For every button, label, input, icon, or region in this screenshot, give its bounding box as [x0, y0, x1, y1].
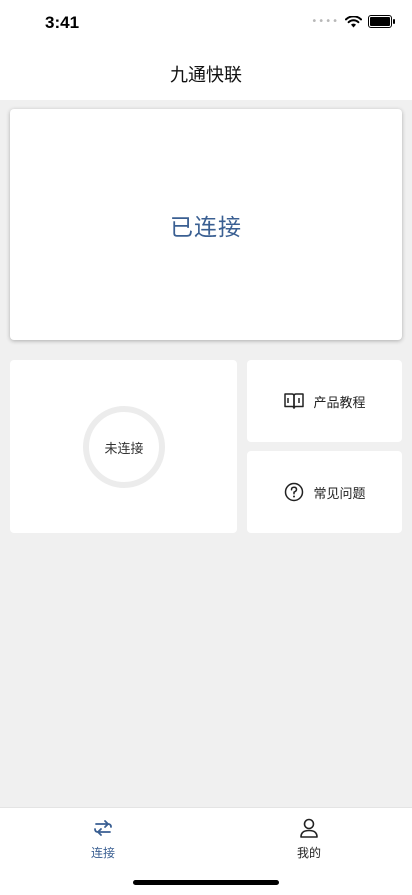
home-indicator [133, 880, 279, 885]
question-circle-icon [283, 481, 305, 503]
connection-state-text: 已连接 [170, 214, 242, 241]
connection-hero-card[interactable]: 已连接 [10, 109, 402, 340]
connect-ring[interactable]: 未连接 [83, 406, 165, 488]
page-title: 九通快联 [170, 65, 242, 86]
user-icon [297, 816, 321, 840]
connect-icon [91, 816, 115, 840]
wifi-icon [345, 15, 362, 27]
status-icons: •••• [311, 15, 395, 28]
tab-mine-label: 我的 [296, 846, 321, 860]
connect-toggle-card[interactable]: 未连接 [10, 360, 237, 533]
status-bar: 3:41 •••• [0, 0, 412, 48]
tab-mine[interactable]: 我的 [206, 816, 412, 866]
product-tutorial-label: 产品教程 [313, 395, 366, 411]
faq-label: 常见问题 [313, 486, 366, 502]
signal-icon: •••• [311, 16, 339, 27]
status-time: 3:41 [45, 13, 80, 32]
product-tutorial-button[interactable]: 产品教程 [247, 360, 402, 442]
battery-icon [368, 15, 395, 28]
book-icon [283, 390, 305, 412]
tab-connect[interactable]: 连接 [0, 816, 206, 866]
faq-button[interactable]: 常见问题 [247, 451, 402, 533]
connect-ring-label: 未连接 [104, 441, 144, 457]
tab-connect-label: 连接 [90, 846, 115, 860]
nav-bar: 九通快联 [0, 48, 412, 100]
